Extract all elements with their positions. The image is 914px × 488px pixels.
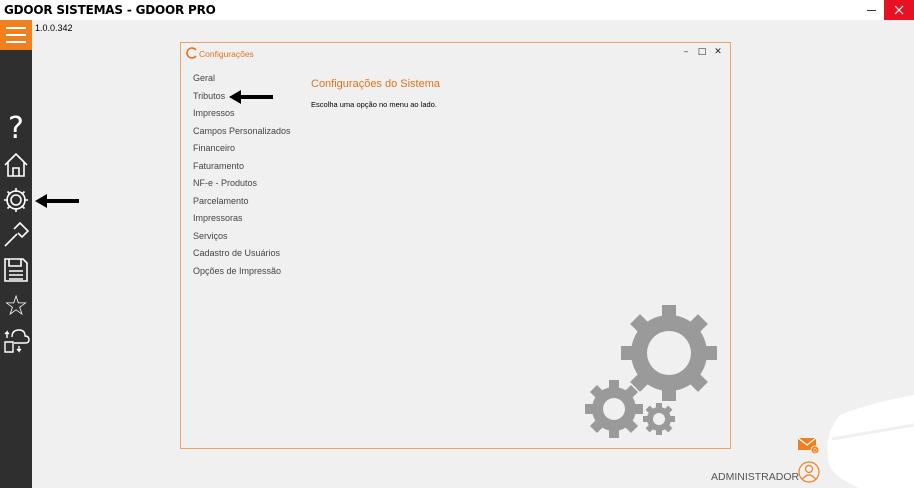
decorative-corner-shape: [827, 395, 914, 488]
tools-icon: [4, 221, 30, 247]
help-icon: ?: [8, 111, 24, 146]
title-bar: GDOOR SISTEMAS - GDOOR PRO: [0, 0, 914, 20]
dialog-minimize-button[interactable]: –: [679, 46, 693, 58]
user-button[interactable]: [798, 461, 820, 483]
home-button[interactable]: [2, 151, 30, 179]
close-icon: [894, 5, 904, 15]
tools-button[interactable]: [2, 221, 30, 249]
menu-item-nfe-produtos[interactable]: NF-e - Produtos: [193, 175, 291, 193]
cloud-sync-icon: [4, 329, 30, 353]
dialog-close-button[interactable]: ✕: [711, 46, 725, 58]
menu-item-impressos[interactable]: Impressos: [193, 105, 291, 123]
gear-icon: [4, 188, 28, 212]
menu-button[interactable]: [0, 20, 32, 50]
cloud-sync-button[interactable]: [2, 326, 30, 354]
menu-item-campos-personalizados[interactable]: Campos Personalizados: [193, 123, 291, 141]
close-window-button[interactable]: [884, 0, 914, 20]
menu-item-faturamento[interactable]: Faturamento: [193, 158, 291, 176]
user-label: ADMINISTRADOR: [711, 471, 800, 483]
star-icon: ☆: [3, 289, 29, 322]
favorites-button[interactable]: ☆: [0, 291, 32, 321]
dialog-controls: – □ ✕: [679, 46, 725, 58]
save-button[interactable]: [2, 256, 30, 284]
menu-item-cadastro-usuarios[interactable]: Cadastro de Usuários: [193, 245, 291, 263]
help-button[interactable]: ?: [2, 114, 30, 144]
dialog-title: Configurações: [199, 49, 254, 59]
menu-item-opcoes-impressao[interactable]: Opções de Impressão: [193, 263, 291, 281]
gdoor-logo-icon: [186, 47, 197, 59]
menu-item-servicos[interactable]: Serviços: [193, 228, 291, 246]
user-icon: [798, 461, 820, 483]
arrow-pointer-tributos-icon: [229, 90, 273, 104]
dialog-maximize-button[interactable]: □: [695, 46, 709, 58]
settings-dialog: Configurações – □ ✕ Geral Tributos Impre…: [180, 42, 731, 449]
arrow-pointer-settings-icon: [35, 194, 79, 208]
menu-item-geral[interactable]: Geral: [193, 70, 291, 88]
menu-item-parcelamento[interactable]: Parcelamento: [193, 193, 291, 211]
gears-illustration-icon: [585, 305, 717, 438]
menu-icon: [6, 27, 26, 29]
app-title: GDOOR SISTEMAS - GDOOR PRO: [4, 3, 216, 17]
save-icon: [4, 258, 28, 282]
sidebar: ? ☆: [0, 20, 32, 488]
minimize-icon: [866, 9, 876, 11]
mail-button[interactable]: 0: [797, 437, 821, 455]
menu-item-impressoras[interactable]: Impressoras: [193, 210, 291, 228]
settings-button[interactable]: [2, 186, 30, 214]
version-label: 1.0.0.342: [35, 23, 73, 33]
menu-item-financeiro[interactable]: Financeiro: [193, 140, 291, 158]
content-subtitle: Escolha uma opção no menu ao lado.: [311, 100, 437, 109]
mail-icon: 0: [797, 437, 820, 455]
minimize-window-button[interactable]: [858, 0, 884, 20]
content-title: Configurações do Sistema: [311, 78, 441, 90]
home-icon: [4, 152, 28, 177]
